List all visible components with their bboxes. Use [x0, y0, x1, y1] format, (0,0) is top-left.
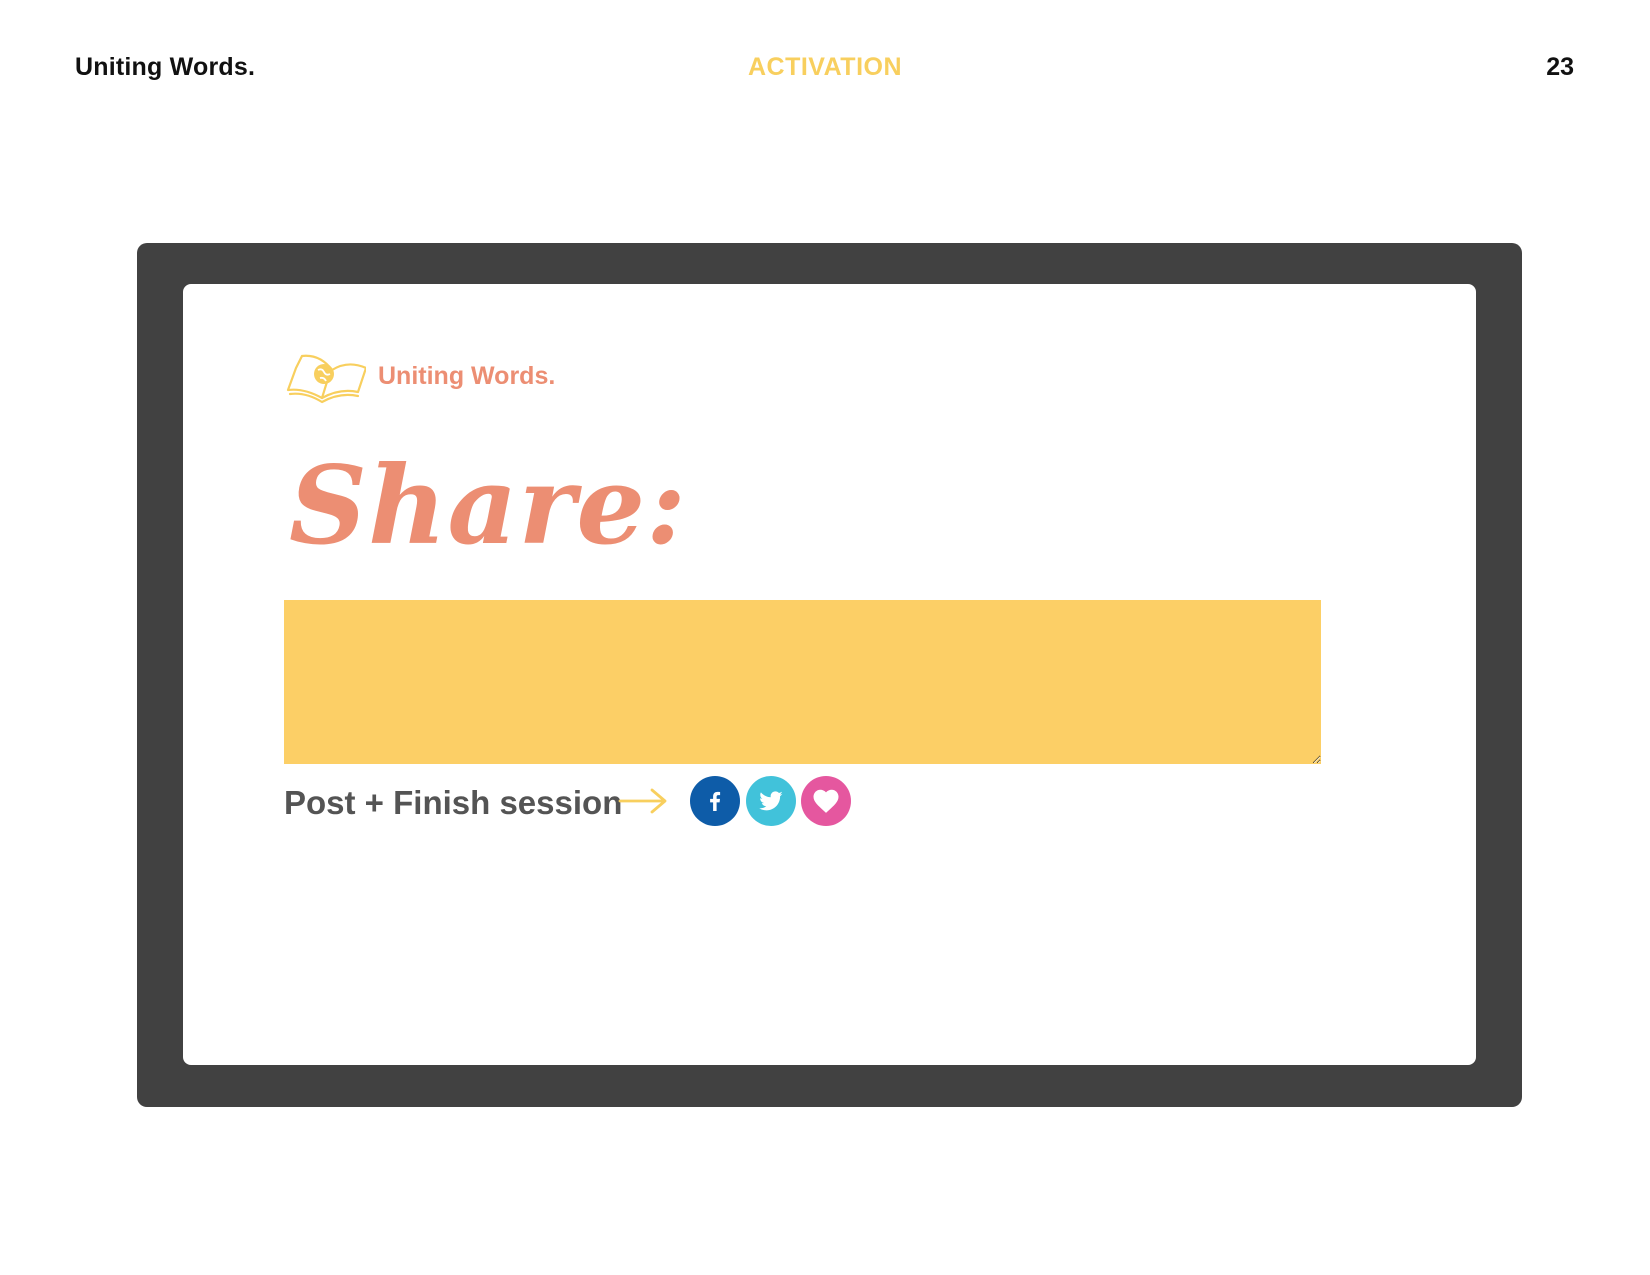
share-heading: Share: [289, 443, 687, 569]
header-section-title: ACTIVATION [747, 53, 903, 81]
post-finish-label[interactable]: Post + Finish session [284, 784, 622, 822]
device-screen: Uniting Words. Share: Post + Finish sess… [183, 284, 1476, 1065]
facebook-share-button[interactable] [690, 776, 740, 826]
page-number: 23 [1546, 53, 1574, 81]
twitter-icon [759, 791, 783, 811]
twitter-share-button[interactable] [746, 776, 796, 826]
post-action-row: Post + Finish session [284, 776, 884, 826]
heart-share-button[interactable] [801, 776, 851, 826]
arrow-right-icon [618, 788, 667, 814]
share-text-input[interactable] [284, 600, 1321, 764]
heart-icon [813, 789, 839, 813]
facebook-icon [710, 791, 721, 811]
page-header: Uniting Words. ACTIVATION 23 [0, 48, 1650, 88]
open-book-globe-icon [286, 354, 366, 404]
logo-text: Uniting Words. [378, 362, 556, 390]
